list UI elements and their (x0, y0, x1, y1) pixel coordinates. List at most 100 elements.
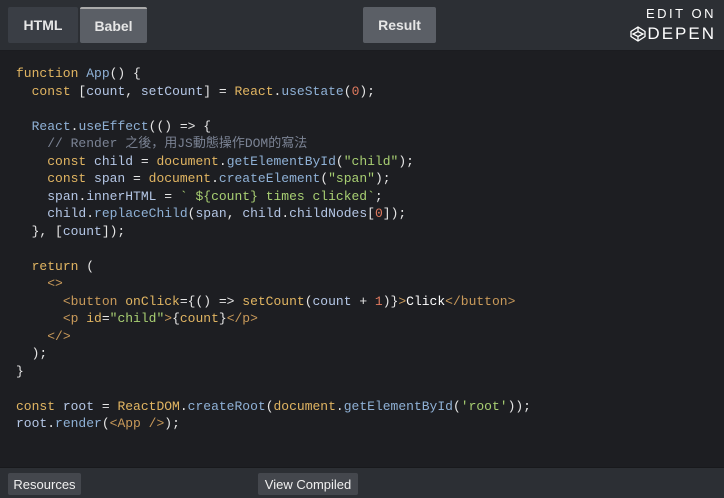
code-token: = (133, 153, 157, 169)
code-token: return (31, 258, 79, 274)
tab-result[interactable]: Result (363, 7, 436, 43)
code-token: count (179, 311, 219, 326)
code-token: Click (406, 293, 446, 309)
edit-on-codepen-link[interactable]: EDIT ON C DEPEN (616, 6, 716, 46)
code-line: root.render(<App />); (16, 415, 531, 433)
code-token: span (94, 171, 126, 186)
code-token: span (195, 206, 227, 221)
footer-bar: Resources View Compiled (0, 467, 724, 498)
code-token: const (47, 171, 95, 186)
code-token: child (94, 153, 134, 169)
code-token: createElement (218, 171, 321, 186)
code-token: } (16, 363, 24, 379)
code-token: ( (101, 416, 110, 431)
code-token: ] = (203, 83, 235, 99)
code-token: replaceChild (94, 206, 188, 221)
code-token: child (47, 206, 87, 221)
code-token: ); (16, 346, 48, 361)
code-token: "child" (343, 153, 399, 169)
code-line: const root = ReactDOM.createRoot(documen… (16, 398, 531, 416)
code-line: const [count, setCount] = React.useState… (16, 83, 531, 101)
view-compiled-button[interactable]: View Compiled (258, 473, 358, 495)
code-token: }, [ (16, 223, 63, 239)
code-token: </button> (445, 293, 516, 309)
code-line: }, [count]); (16, 223, 531, 241)
resources-button[interactable]: Resources (8, 473, 81, 495)
code-token: { (172, 311, 180, 326)
code-line: </> (16, 328, 531, 346)
code-token: 1 (374, 293, 383, 309)
code-token: document (156, 153, 219, 169)
code-token: count (62, 223, 102, 239)
code-token: React (234, 83, 274, 99)
code-token: // Render 之後，用JS動態操作DOM的寫法 (16, 136, 308, 151)
code-line: <button onClick={() => setCount(count + … (16, 293, 531, 311)
code-token: const (47, 153, 95, 169)
code-token: render (55, 416, 102, 431)
code-token: = (156, 188, 180, 204)
code-token: id (86, 311, 102, 326)
code-line: } (16, 363, 531, 381)
code-token: ` ${count} times clicked` (179, 188, 375, 204)
code-token: function (16, 66, 87, 81)
code-token: + (351, 293, 375, 309)
code-token: ); (359, 83, 375, 99)
code-token: root (62, 398, 95, 414)
code-token: = (94, 398, 118, 414)
code-token: . (179, 398, 188, 414)
code-token: root (16, 416, 48, 431)
code-token: ); (164, 416, 180, 431)
code-token: ReactDOM (117, 398, 180, 414)
code-token: ; (374, 188, 383, 204)
code-editor[interactable]: function App() { const [count, setCount]… (0, 51, 724, 467)
code-token: 0 (374, 206, 383, 221)
code-token: . (86, 206, 95, 221)
tab-babel[interactable]: Babel (80, 7, 147, 43)
code-token: ( (335, 153, 344, 169)
code-token: , (226, 206, 243, 221)
code-token: count (86, 83, 126, 99)
code-token: count (312, 293, 352, 309)
code-token: ( (265, 398, 274, 414)
code-token: document (148, 171, 212, 186)
code-token: > (398, 293, 407, 309)
code-token: . (218, 153, 227, 169)
code-token: <p (62, 311, 87, 326)
code-token: innerHTML (86, 188, 157, 204)
code-token: useEffect (78, 118, 149, 134)
code-token: ( (320, 171, 329, 186)
codepen-logo-icon (630, 26, 647, 42)
code-token: (() => { (148, 118, 212, 134)
code-token: ( (78, 258, 95, 274)
code-token: createRoot (187, 398, 266, 414)
code-token: = (101, 311, 110, 326)
code-token: )} (382, 293, 399, 309)
code-token: setCount (140, 83, 204, 99)
code-token: . (335, 398, 344, 414)
code-token: onClick (125, 293, 180, 309)
code-token: ={() => (179, 293, 243, 309)
code-line: function App() { (16, 65, 531, 83)
codepen-brand: DEPEN (647, 24, 716, 43)
code-line: return ( (16, 258, 531, 276)
edit-on-label: EDIT ON (646, 6, 716, 21)
code-line: span.innerHTML = ` ${count} times clicke… (16, 188, 531, 206)
tab-html[interactable]: HTML (8, 7, 78, 43)
code-token: App (86, 66, 110, 81)
code-token: ]); (382, 206, 407, 221)
code-token: . (47, 416, 56, 431)
code-token: </> (47, 328, 71, 344)
code-token: . (281, 206, 290, 221)
code-token: "span" (328, 171, 375, 186)
code-token: useState (281, 83, 344, 99)
code-line: <p id="child">{count}</p> (16, 310, 531, 328)
code-line: ); (16, 345, 531, 363)
